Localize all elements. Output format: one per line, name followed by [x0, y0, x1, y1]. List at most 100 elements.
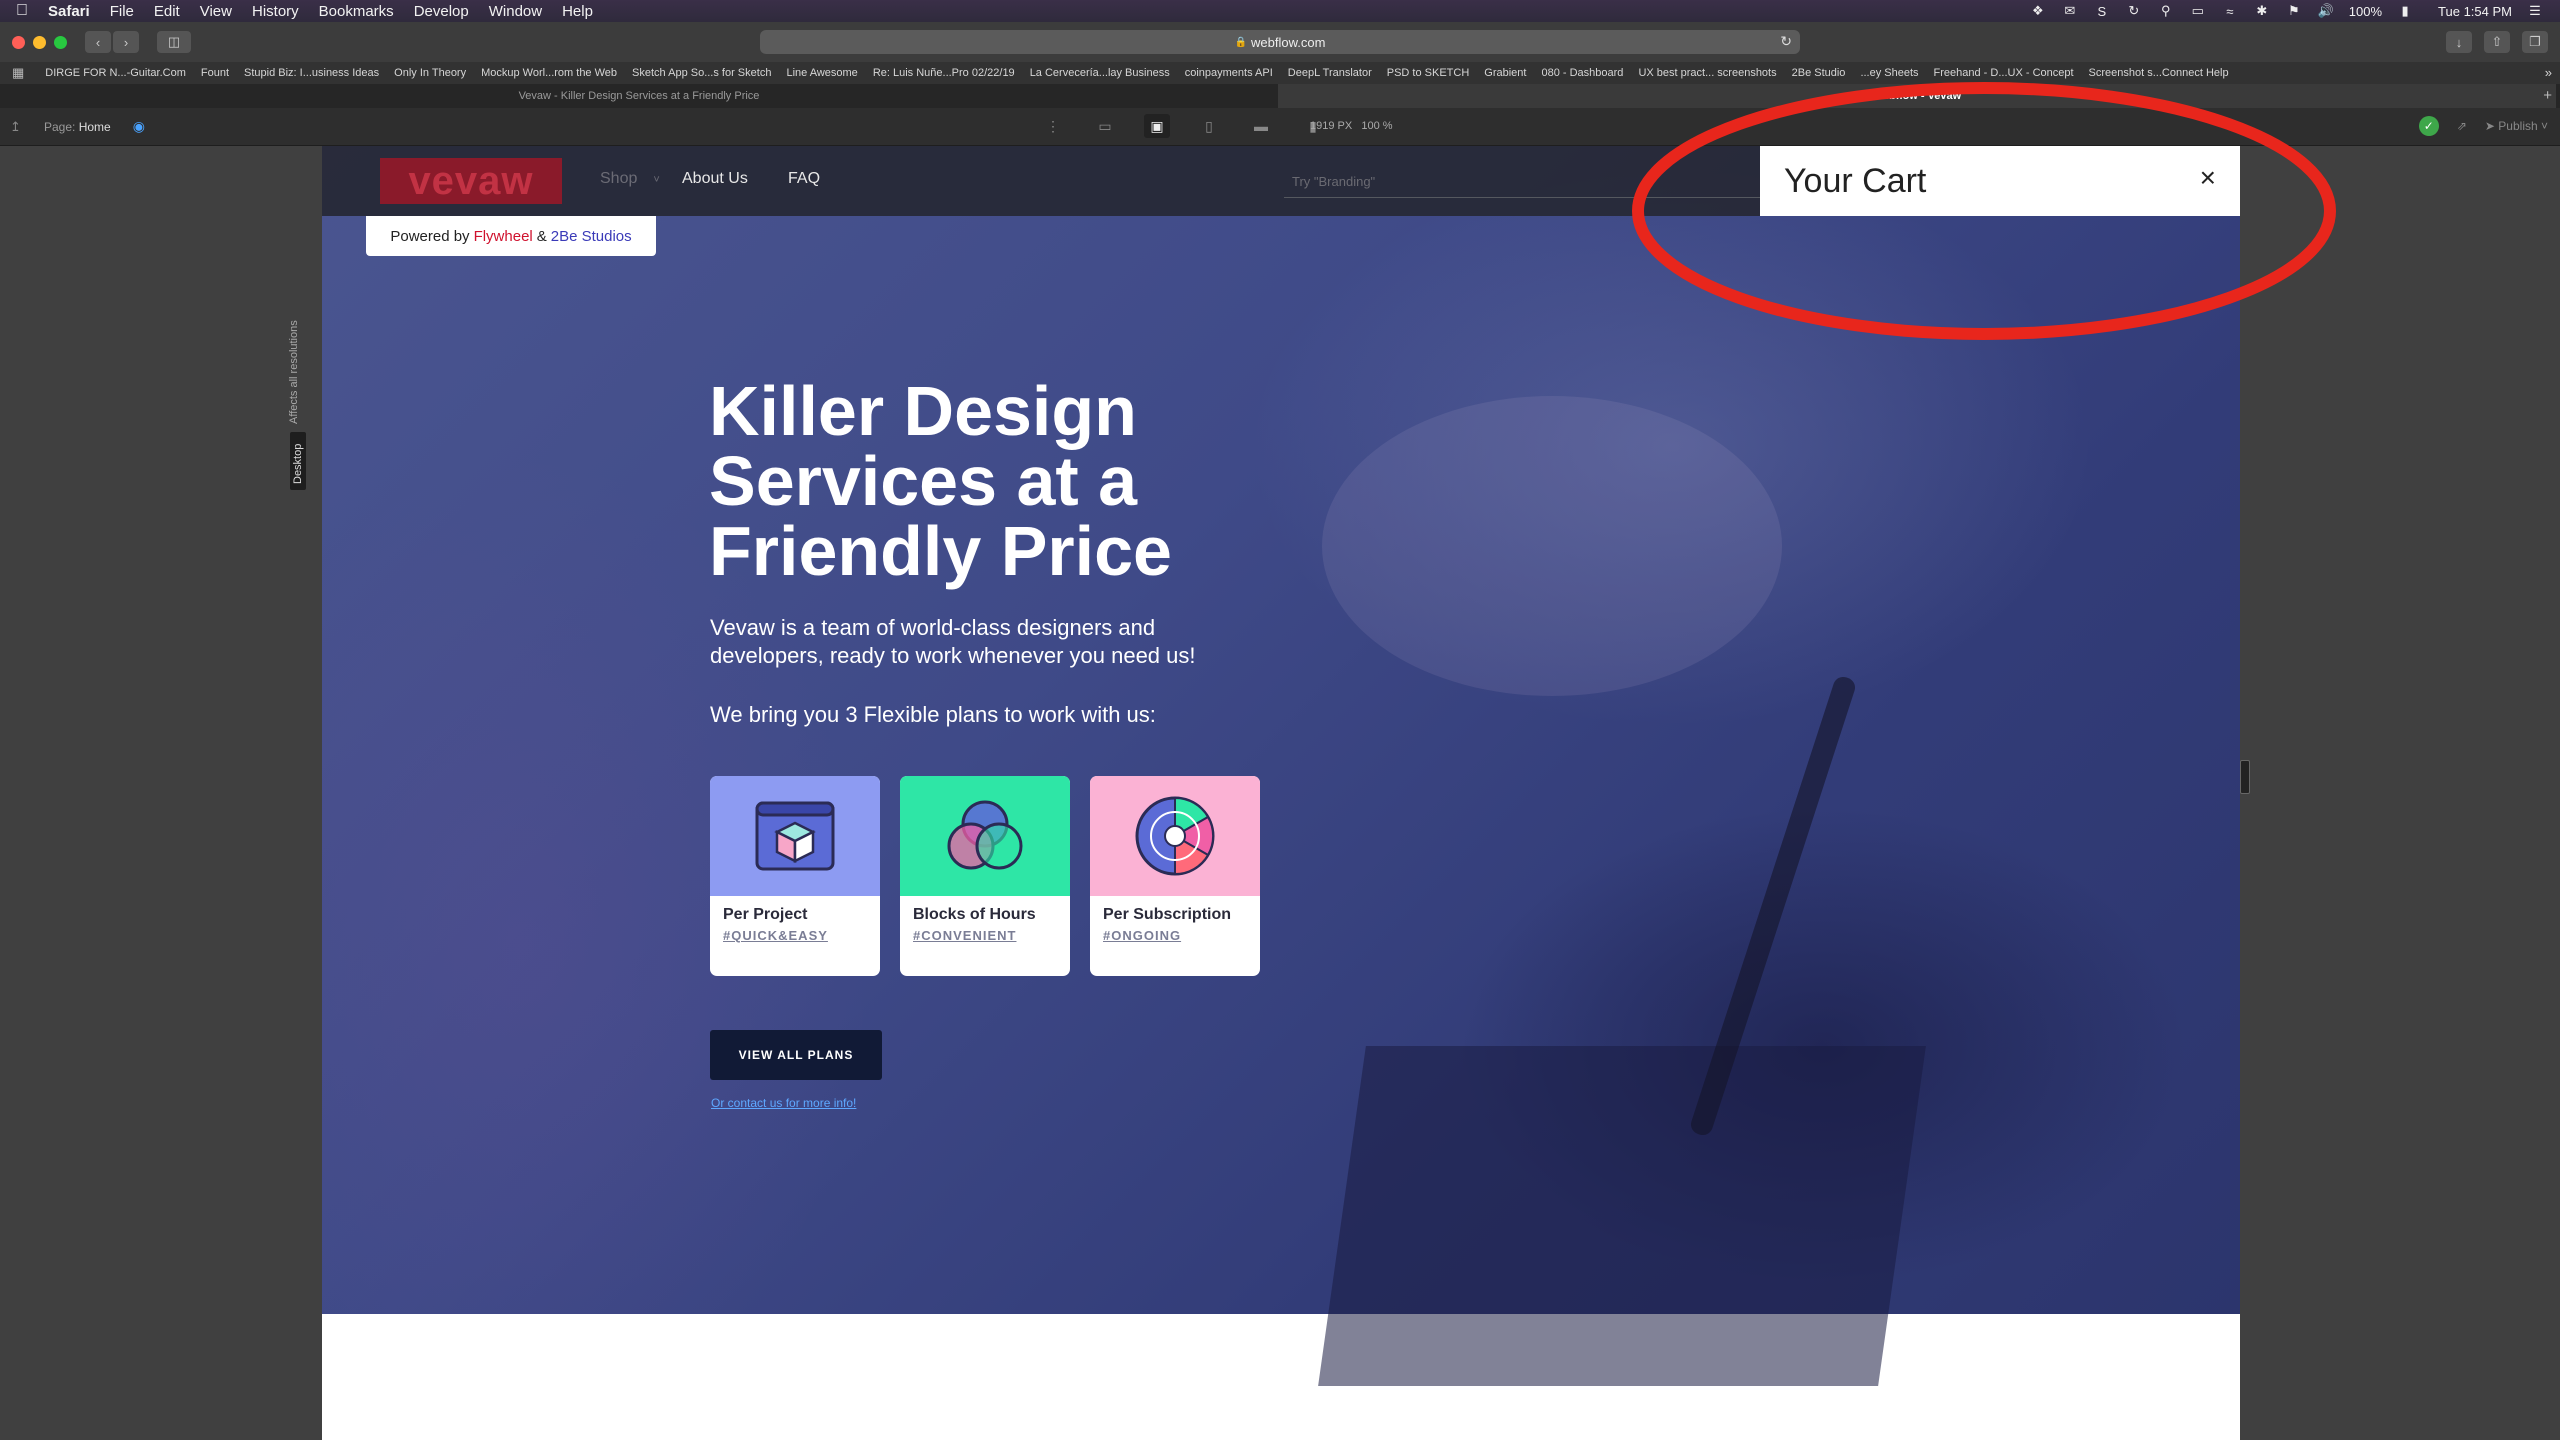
bookmark-item[interactable]: Mockup Worl...rom the Web: [481, 67, 617, 79]
bookmark-item[interactable]: PSD to SKETCH: [1387, 67, 1470, 79]
battery-icon[interactable]: ▮: [2396, 3, 2414, 18]
bookmark-item[interactable]: UX best pract... screenshots: [1638, 67, 1776, 79]
bookmark-item[interactable]: Freehand - D...UX - Concept: [1934, 67, 2074, 79]
canvas-resize-handle[interactable]: [2240, 760, 2250, 794]
zoom-window-button[interactable]: [54, 35, 67, 49]
nav-shop-dropdown[interactable]: Shop ˅: [600, 170, 660, 188]
volume-icon[interactable]: 🔊: [2317, 3, 2335, 18]
show-all-bookmarks-icon[interactable]: ▦: [12, 65, 24, 81]
bookmark-item[interactable]: Sketch App So...s for Sketch: [632, 67, 771, 79]
site-logo[interactable]: vevaw: [380, 158, 562, 204]
breakpoint-tablet-icon[interactable]: ▯: [1196, 114, 1222, 138]
bookmark-item[interactable]: 080 - Dashboard: [1541, 67, 1623, 79]
address-bar[interactable]: 🔒 webflow.com ↻: [760, 30, 1800, 54]
color-wheel-icon: [1135, 796, 1215, 876]
contact-link[interactable]: Or contact us for more info!: [711, 1096, 856, 1110]
flywheel-link[interactable]: Flywheel: [474, 228, 533, 245]
page-selector[interactable]: Page: Home: [44, 120, 111, 134]
bookmark-item[interactable]: 2Be Studio: [1792, 67, 1846, 79]
back-button[interactable]: ‹: [85, 31, 111, 53]
breakpoint-large-icon[interactable]: ▭: [1092, 114, 1118, 138]
bookmark-item[interactable]: ...ey Sheets: [1860, 67, 1918, 79]
saved-check-icon: ✓: [2418, 116, 2439, 136]
menu-app-safari[interactable]: Safari: [48, 3, 90, 20]
menu-develop[interactable]: Develop: [414, 3, 469, 20]
notification-center-icon[interactable]: ☰: [2526, 3, 2544, 18]
share-button[interactable]: ⇧: [2484, 31, 2510, 53]
more-bookmarks-icon[interactable]: »: [2545, 65, 2552, 80]
breakpoint-landscape-icon[interactable]: ▬: [1248, 114, 1274, 138]
bookmark-item[interactable]: Stupid Biz: I...usiness Ideas: [244, 67, 379, 79]
wifi-icon[interactable]: ≈: [2221, 4, 2239, 19]
dropbox-icon[interactable]: ❖: [2029, 3, 2047, 18]
menubar-clock[interactable]: Tue 1:54 PM: [2438, 4, 2512, 19]
plan-tag[interactable]: #CONVENIENT: [913, 928, 1016, 943]
bookmark-item[interactable]: coinpayments API: [1185, 67, 1273, 79]
breakpoint-tag: Desktop: [290, 432, 306, 490]
plan-image: [1090, 776, 1260, 896]
tabs-overview-button[interactable]: ❐: [2522, 31, 2548, 53]
forward-button[interactable]: ›: [113, 31, 139, 53]
airplay-icon[interactable]: ▭: [2189, 3, 2207, 18]
breakpoint-tag-text: Desktop: [292, 443, 304, 484]
breakpoint-desktop-icon[interactable]: ▣: [1144, 114, 1170, 138]
canvas-zoom: 100 %: [1361, 120, 1393, 132]
menu-bookmarks[interactable]: Bookmarks: [319, 3, 394, 20]
resolution-note-text: Affects all resolutions: [288, 320, 300, 424]
rocket-icon: ➤: [2484, 119, 2495, 133]
bookmark-item[interactable]: Fount: [201, 67, 229, 79]
bookmark-item[interactable]: Screenshot s...Connect Help: [2089, 67, 2229, 79]
menu-help[interactable]: Help: [562, 3, 593, 20]
share-icon[interactable]: ⇗: [2457, 119, 2467, 133]
messages-icon[interactable]: ✉: [2061, 3, 2079, 18]
apple-icon[interactable]: : [16, 2, 28, 20]
skype-icon[interactable]: S: [2093, 4, 2111, 19]
publish-button[interactable]: ➤ Publish ˅: [2485, 119, 2548, 133]
export-icon[interactable]: ↥: [10, 119, 21, 135]
downloads-button[interactable]: ↓: [2446, 31, 2472, 53]
plan-image: [710, 776, 880, 896]
bookmark-item[interactable]: Re: Luis Nuñe...Pro 02/22/19: [873, 67, 1015, 79]
plan-name: Per Subscription: [1103, 906, 1232, 923]
menu-window[interactable]: Window: [489, 3, 542, 20]
minimize-window-button[interactable]: [33, 35, 46, 49]
view-all-plans-button[interactable]: VIEW ALL PLANS: [710, 1030, 882, 1080]
nav-faq-link[interactable]: FAQ: [788, 170, 820, 188]
close-window-button[interactable]: [12, 35, 25, 49]
preview-eye-icon[interactable]: ◉: [133, 118, 145, 135]
menu-file[interactable]: File: [110, 3, 134, 20]
plan-card-per-subscription[interactable]: Per Subscription #ONGOING: [1090, 776, 1260, 976]
hero-photo-tablet: [1318, 1046, 1926, 1386]
plan-image: [900, 776, 1070, 896]
sync-icon[interactable]: ↻: [2125, 3, 2143, 18]
menu-view[interactable]: View: [200, 3, 232, 20]
venn-circles-icon: [947, 800, 1023, 870]
bookmark-item[interactable]: Only In Theory: [394, 67, 466, 79]
search-icon[interactable]: ⚲: [2157, 3, 2175, 18]
annotation-ellipse: [1632, 82, 2336, 340]
reload-icon[interactable]: ↻: [1780, 33, 1792, 50]
canvas-width: 1919 PX: [1310, 120, 1353, 132]
new-tab-icon[interactable]: +: [2543, 87, 2552, 104]
sidebar-toggle-button[interactable]: ◫: [157, 31, 191, 53]
plan-card-per-project[interactable]: Per Project #QUICK&EASY: [710, 776, 880, 976]
bluetooth-icon[interactable]: ✱: [2253, 3, 2271, 18]
plan-card-blocks-of-hours[interactable]: Blocks of Hours #CONVENIENT: [900, 776, 1070, 976]
plan-tag[interactable]: #ONGOING: [1103, 928, 1181, 943]
hero-description: Vevaw is a team of world-class designers…: [710, 615, 1196, 668]
nav-about-link[interactable]: About Us: [682, 170, 748, 188]
tab-vevaw-site[interactable]: Vevaw - Killer Design Services at a Frie…: [0, 84, 1278, 108]
menu-history[interactable]: History: [252, 3, 299, 20]
more-breakpoints-icon[interactable]: ⋮: [1040, 114, 1066, 138]
bookmark-item[interactable]: DIRGE FOR N...-Guitar.Com: [45, 67, 186, 79]
page-prefix: Page:: [44, 119, 76, 134]
studio-link[interactable]: 2Be Studios: [551, 228, 632, 245]
plan-tag[interactable]: #QUICK&EASY: [723, 928, 828, 943]
bookmark-item[interactable]: La Cervecería...lay Business: [1030, 67, 1170, 79]
flag-icon[interactable]: ⚑: [2285, 3, 2303, 18]
bookmark-item[interactable]: Line Awesome: [786, 67, 857, 79]
address-url: webflow.com: [1251, 34, 1326, 50]
bookmark-item[interactable]: Grabient: [1484, 67, 1526, 79]
bookmark-item[interactable]: DeepL Translator: [1288, 67, 1372, 79]
menu-edit[interactable]: Edit: [154, 3, 180, 20]
